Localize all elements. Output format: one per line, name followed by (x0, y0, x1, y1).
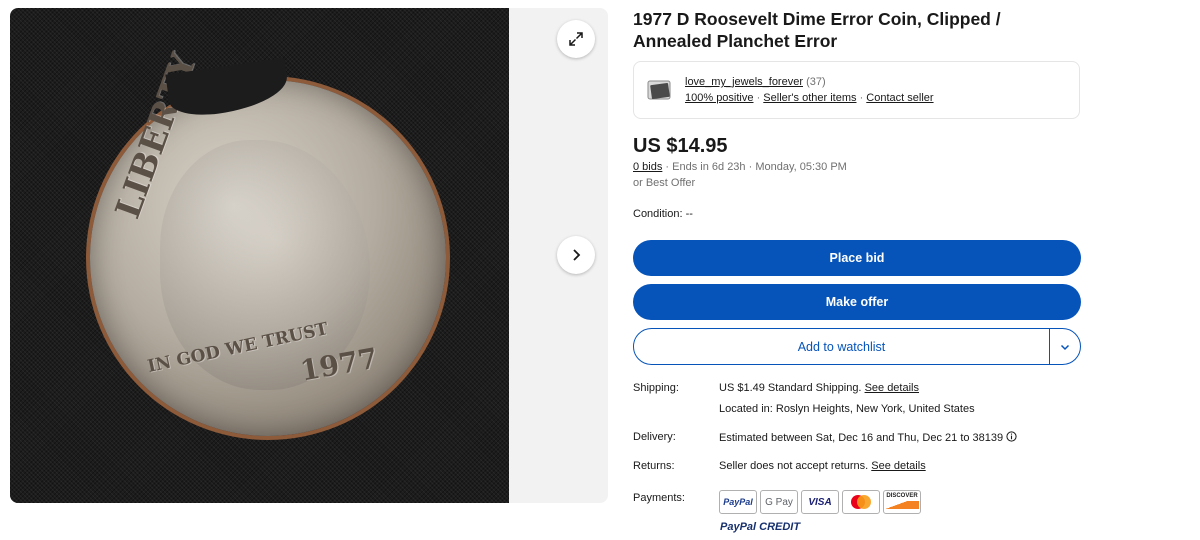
seller-links: 100% positive · Seller's other items · C… (685, 92, 934, 104)
returns-details-link[interactable]: See details (871, 460, 925, 472)
watchlist-dropdown-button[interactable] (1049, 329, 1080, 364)
expand-icon (569, 32, 583, 46)
condition-row: Condition: -- (633, 208, 693, 220)
shipping-label: Shipping: (633, 382, 679, 394)
seller-avatar[interactable] (646, 76, 674, 104)
condition-value: -- (685, 208, 693, 220)
bids-count-link[interactable]: 0 bids (633, 161, 662, 173)
info-icon[interactable] (1006, 431, 1017, 442)
returns-value-row: Seller does not accept returns. See deta… (719, 460, 926, 472)
chevron-down-icon (1060, 344, 1070, 350)
payments-label: Payments: (633, 492, 685, 504)
auction-end-time: Ends in 6d 23h · Monday, 05:30 PM (672, 161, 847, 173)
expand-image-button[interactable] (557, 20, 595, 58)
watchlist-control: Add to watchlist (633, 328, 1081, 365)
make-offer-button[interactable]: Make offer (633, 284, 1081, 320)
google-pay-icon: G Pay (760, 490, 798, 514)
returns-label: Returns: (633, 460, 675, 472)
listing-photo[interactable]: LIBERTY IN GOD WE TRUST 1977 (10, 8, 509, 503)
seller-name-link[interactable]: love_my_jewels_forever (685, 76, 803, 88)
returns-value: Seller does not accept returns. (719, 460, 869, 472)
listing-title: 1977 D Roosevelt Dime Error Coin, Clippe… (633, 9, 1001, 51)
delivery-value-row: Estimated between Sat, Dec 16 and Thu, D… (719, 431, 1017, 444)
next-image-button[interactable] (557, 236, 595, 274)
shipping-value-row: US $1.49 Standard Shipping. See details (719, 382, 919, 394)
delivery-value: Estimated between Sat, Dec 16 and Thu, D… (719, 432, 1004, 444)
mastercard-icon (842, 490, 880, 514)
seller-name-row: love_my_jewels_forever (37) (685, 76, 826, 88)
price: US $14.95 (633, 135, 728, 157)
payment-methods: PayPal G Pay VISA DISCOVER (719, 490, 921, 514)
seller-feedback-count: (37) (806, 76, 826, 88)
condition-label: Condition: (633, 208, 683, 220)
seller-positive-link[interactable]: 100% positive (685, 92, 754, 104)
item-location: Located in: Roslyn Heights, New York, Un… (719, 403, 975, 415)
place-bid-button[interactable]: Place bid (633, 240, 1081, 276)
add-to-watchlist-button[interactable]: Add to watchlist (634, 329, 1049, 364)
discover-icon: DISCOVER (883, 490, 921, 514)
paypal-credit-logo: PayPal CREDIT (720, 521, 801, 533)
delivery-label: Delivery: (633, 431, 676, 443)
seller-other-items-link[interactable]: Seller's other items (763, 92, 856, 104)
image-gallery: LIBERTY IN GOD WE TRUST 1977 (10, 8, 608, 503)
contact-seller-link[interactable]: Contact seller (866, 92, 933, 104)
chevron-right-icon (573, 249, 581, 261)
shipping-value: US $1.49 Standard Shipping. (719, 382, 862, 394)
coin-image: LIBERTY IN GOD WE TRUST 1977 (90, 49, 446, 436)
shipping-details-link[interactable]: See details (865, 382, 919, 394)
paypal-icon: PayPal (719, 490, 757, 514)
visa-icon: VISA (801, 490, 839, 514)
seller-card: love_my_jewels_forever (37) 100% positiv… (633, 61, 1080, 119)
best-offer-text: or Best Offer (633, 177, 696, 189)
bids-row: 0 bids · Ends in 6d 23h · Monday, 05:30 … (633, 161, 847, 173)
